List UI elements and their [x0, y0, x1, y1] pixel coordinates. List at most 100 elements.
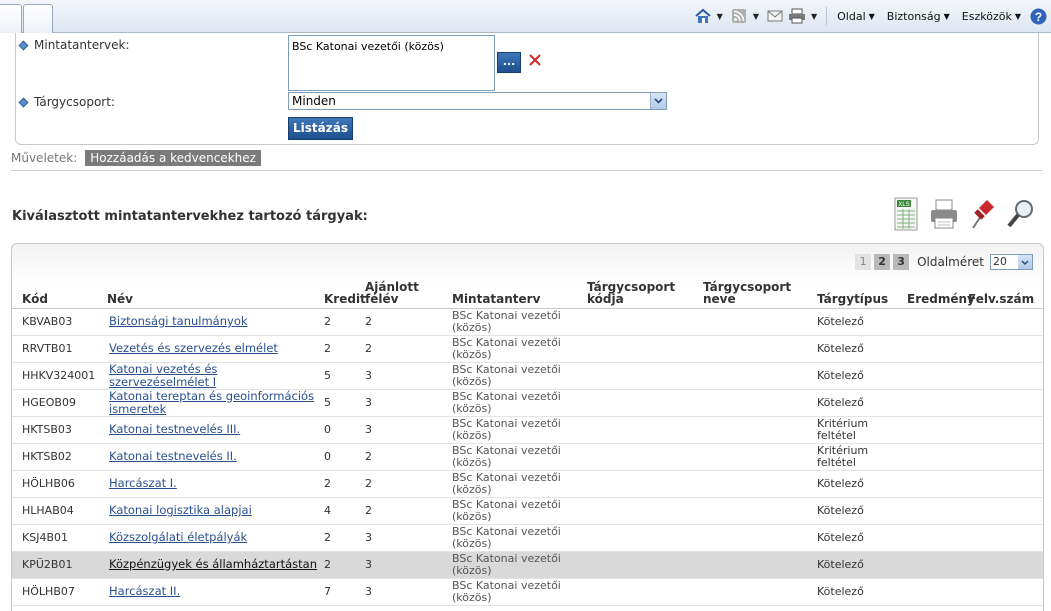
new-tab-button[interactable] [23, 4, 53, 33]
col-mintatanterv[interactable]: Mintatanterv [442, 280, 577, 309]
cell-targycsoport-kodja [577, 389, 693, 417]
cell-targycsoport-neve [693, 443, 807, 471]
operations-bar: Műveletek: Hozzáadás a kedvencekhez [11, 150, 261, 166]
cell-kod: HHKV324001 [12, 362, 97, 390]
cell-kredit-text: 7 [324, 584, 331, 598]
cell-targycsoport-kodja [577, 335, 693, 363]
cell-kredit-text: 2 [324, 476, 331, 490]
chevron-down-icon: ▼ [943, 11, 950, 21]
cell-targytipus-text: Kötelező [817, 341, 864, 355]
browse-button[interactable]: ... [497, 52, 521, 73]
cell-felev: 3 [363, 578, 442, 606]
menu-biztonsag[interactable]: Biztonság ▼ [883, 10, 954, 23]
subject-link[interactable]: Harcászat I. [109, 476, 177, 490]
col-nev[interactable]: Név [97, 280, 319, 309]
clear-icon[interactable] [528, 53, 544, 69]
cell-kredit: 2 [319, 551, 363, 579]
cell-eredmeny [897, 335, 968, 363]
col-targytipus[interactable]: Tárgytípus [807, 280, 897, 309]
cell-kredit-text: 2 [324, 314, 331, 328]
table-row[interactable]: HKTSB02 Katonai testnevelés II. 0 2 BSc Kato… [12, 443, 1043, 471]
cell-targycsoport-kodja [577, 416, 693, 444]
subject-link[interactable]: Közszolgálati életpályák [109, 530, 247, 544]
subject-link[interactable]: Katonai logisztika alapjai [109, 503, 252, 517]
cell-kod: RRVTB01 [12, 335, 97, 363]
cell-felvszam [968, 335, 1043, 363]
col-ajanlott-felev[interactable]: Ajánlott félév [363, 280, 442, 309]
targycsoport-select[interactable]: Minden [288, 92, 667, 110]
col-targycsoport-neve[interactable]: Tárgycsoport neve [693, 280, 807, 309]
home-icon[interactable] [694, 7, 712, 25]
pin-icon[interactable] [967, 194, 997, 234]
cell-kredit-text: 0 [324, 449, 331, 463]
cell-felev-text: 2 [365, 503, 372, 517]
subject-link[interactable]: Harcászat II. [109, 584, 180, 598]
table-row[interactable]: HGEOB09 Katonai tereptan és geoinformáció… [12, 389, 1043, 417]
table-row[interactable]: HKTSB03 Katonai testnevelés III. 0 3 BSc Kat… [12, 416, 1043, 444]
cell-kredit: 0 [319, 416, 363, 444]
cell-felev: 2 [363, 308, 442, 336]
mintatantervek-listbox[interactable]: BSc Katonai vezetői (közös) [288, 35, 495, 91]
table-row[interactable]: HÖLHB07 Harcászat II. 7 3 BSc Katonai vezető… [12, 578, 1043, 606]
cell-kod: HGEOB09 [12, 389, 97, 417]
cell-kod: HÖLHB07 [12, 578, 97, 606]
pager: 1 2 3 Oldalméret 20 [855, 254, 1033, 270]
print-icon[interactable] [788, 7, 806, 25]
subject-link[interactable]: Katonai testnevelés II. [109, 449, 237, 463]
help-icon[interactable]: ? [1029, 7, 1047, 25]
cell-felvszam [968, 551, 1043, 579]
subject-link[interactable]: Katonai testnevelés III. [109, 422, 240, 436]
list-button[interactable]: Listázás [288, 117, 353, 140]
chevron-down-icon[interactable] [1018, 255, 1032, 269]
chevron-down-icon[interactable] [650, 93, 666, 109]
menu-oldal[interactable]: Oldal ▼ [833, 10, 879, 23]
cell-mintatanterv-text: BSc Katonai vezetői (közös) [452, 416, 561, 442]
feeds-icon[interactable] [730, 7, 748, 25]
cell-kredit: 5 [319, 362, 363, 390]
subject-link[interactable]: Katonai vezetés és szervezéselmélet I [109, 362, 217, 389]
menu-eszkozok[interactable]: Eszközök ▼ [958, 10, 1025, 23]
cell-kod: HKTSB03 [12, 416, 97, 444]
print-icon[interactable] [929, 194, 959, 234]
cell-targycsoport-kodja [577, 497, 693, 525]
cell-kredit: 0 [319, 443, 363, 471]
cell-felev-text: 3 [365, 530, 372, 544]
col-eredmeny[interactable]: Eredmény [897, 280, 975, 309]
subject-link[interactable]: Közpénzügyek és államháztartástan [109, 557, 317, 571]
col-kredit[interactable]: Kredit [319, 280, 366, 309]
page-size-select[interactable]: 20 [990, 254, 1033, 270]
table-row[interactable]: KBVAB03 Biztonsági tanulmányok 2 2 BSc Katon… [12, 308, 1043, 336]
table-row[interactable]: HÖLHB06 Harcászat I. 2 2 BSc Katonai vezetői… [12, 470, 1043, 498]
page-2[interactable]: 2 [874, 254, 891, 270]
page-3[interactable]: 3 [893, 254, 910, 270]
col-kod[interactable]: Kód [12, 280, 97, 309]
subject-link[interactable]: Biztonsági tanulmányok [109, 314, 248, 328]
cell-mintatanterv-text: BSc Katonai vezetői (közös) [452, 524, 561, 550]
subject-link[interactable]: Vezetés és szervezés elmélet [109, 341, 278, 355]
cell-kredit-text: 2 [324, 530, 331, 544]
page-size-label: Oldalméret [917, 255, 984, 269]
mail-icon[interactable] [766, 7, 784, 25]
table-row[interactable]: HLHAB04 Katonai logisztika alapjai 4 2 BSc K… [12, 497, 1043, 525]
table-row[interactable]: RRVTB01 Vezetés és szervezés elmélet 2 2 BSc… [12, 335, 1043, 363]
col-felvszam[interactable]: Felv.szám [968, 280, 1043, 309]
cell-targytipus: Kötelező [807, 362, 897, 390]
chevron-down-icon[interactable]: ▼ [717, 12, 723, 21]
table-row[interactable]: KPÜ2B01 Közpénzügyek és államháztartástan… [12, 551, 1043, 579]
browser-tab[interactable] [0, 4, 22, 33]
chevron-down-icon[interactable]: ▼ [753, 12, 759, 21]
excel-export-icon[interactable]: XLS [891, 194, 921, 234]
zoom-icon[interactable] [1005, 194, 1035, 234]
subject-link[interactable]: Katonai tereptan és geoinformációs ismer… [109, 389, 314, 416]
table-row[interactable]: HHKV324001 Katonai vezetés és szervezésel… [12, 362, 1043, 390]
cell-mintatanterv: BSc Katonai vezetői (közös) [442, 362, 577, 390]
table-header: Kód Név Kredit Ajánlott félév Mintatante… [12, 280, 1043, 309]
col-targycsoport-kodja[interactable]: Tárgycsoport kódja [577, 280, 693, 309]
cell-kod-text: HKTSB03 [22, 422, 72, 436]
page-1[interactable]: 1 [855, 254, 872, 270]
chevron-down-icon[interactable]: ▼ [811, 12, 817, 21]
table-row[interactable]: KSJ4B01 Közszolgálati életpályák 2 3 BSc Kat… [12, 524, 1043, 552]
add-to-favorites-button[interactable]: Hozzáadás a kedvencekhez [85, 150, 261, 166]
cell-nev: Katonai logisztika alapjai [97, 497, 319, 525]
cell-kredit: 2 [319, 470, 363, 498]
